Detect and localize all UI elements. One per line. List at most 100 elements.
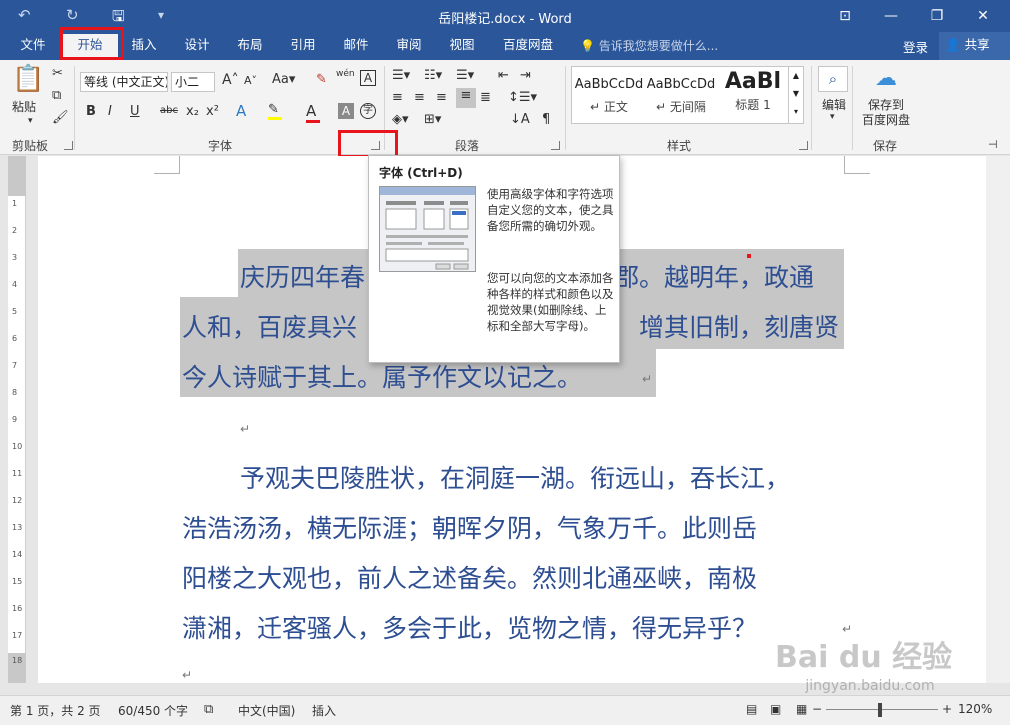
text-effects-icon[interactable]: A [236, 102, 246, 120]
shading-icon[interactable]: ◈▾ [392, 112, 409, 127]
font-color-icon[interactable]: A [306, 102, 320, 123]
distributed-icon[interactable]: ≣ [480, 90, 491, 105]
superscript-button[interactable]: x² [206, 104, 219, 119]
bullets-icon[interactable]: ☰▾ [392, 68, 410, 83]
clipboard-launcher-icon[interactable] [64, 141, 73, 150]
share-button[interactable]: 👤 共享 [939, 32, 1010, 60]
zoom-slider-track[interactable] [826, 709, 938, 710]
format-painter-icon[interactable]: 🖌 [52, 110, 69, 125]
grow-font-icon[interactable]: A˄ [222, 72, 239, 88]
font-dialog-tooltip: 字体 (Ctrl+D) 使用高级字体和字符选项自定义您的文本，使之具备您所需的确… [368, 155, 620, 363]
clipboard-group-label: 剪贴板 [12, 139, 49, 153]
proofing-icon[interactable]: ⧉ [204, 702, 213, 717]
vertical-ruler[interactable]: 1 2 3 4 5 6 7 8 9 10 11 12 13 14 15 16 1… [8, 156, 26, 683]
login-link[interactable]: 登录 [903, 37, 928, 56]
print-layout-icon[interactable]: ▣ [770, 702, 781, 716]
subscript-button[interactable]: x₂ [186, 104, 199, 119]
style-no-spacing[interactable]: AaBbCcDd ↵ 无间隔 [646, 67, 716, 123]
margin-corner [844, 156, 870, 174]
cut-icon[interactable]: ✂ [52, 66, 63, 81]
font-group-label: 字体 [208, 139, 233, 153]
zoom-out-button[interactable]: − [812, 702, 822, 716]
maximize-button[interactable]: ❐ [914, 0, 960, 32]
align-center-icon[interactable]: ≡ [414, 90, 425, 105]
shrink-font-icon[interactable]: A˅ [244, 74, 257, 87]
phonetic-guide-icon[interactable]: wén [336, 69, 355, 79]
save-to-baidu-button[interactable]: 保存到 百度网盘 [862, 98, 910, 128]
doc-line: 予观夫巴陵胜状，在洞庭一湖。衔远山，吞长江， [240, 464, 791, 493]
tab-file[interactable]: 文件 [10, 32, 56, 60]
doc-line: 潇湘，迁客骚人，多会于此，览物之情，得无异乎？ [182, 614, 758, 643]
align-right-icon[interactable]: ≡ [436, 90, 447, 105]
font-name-select[interactable]: 等线 (中文正文) [80, 72, 168, 92]
language[interactable]: 中文(中国) [238, 702, 295, 719]
underline-button[interactable]: U [130, 104, 140, 119]
borders-icon[interactable]: ⊞▾ [424, 112, 441, 127]
tab-view[interactable]: 视图 [440, 32, 484, 60]
copy-icon[interactable]: ⧉ [52, 88, 61, 103]
enclose-characters-icon[interactable]: 字 [360, 103, 376, 119]
show-marks-icon[interactable]: ¶ [542, 112, 550, 127]
baidu-cloud-icon[interactable]: ☁ [868, 66, 904, 91]
person-icon: 👤 [945, 37, 961, 52]
styles-scroll[interactable]: ▲ ▼ ▾ [788, 67, 803, 123]
paste-dropdown-icon[interactable]: ▾ [28, 116, 33, 126]
decrease-indent-icon[interactable]: ⇤ [498, 68, 509, 83]
sort-icon[interactable]: ↓A [510, 112, 530, 127]
multilevel-list-icon[interactable]: ☰▾ [456, 68, 474, 83]
paste-button[interactable]: 粘贴 [12, 98, 36, 115]
separator [565, 66, 566, 150]
vertical-scrollbar[interactable] [986, 156, 1010, 683]
style-heading1[interactable]: AaBl 标题 1 [718, 67, 788, 123]
pin-ribbon-icon[interactable]: ⊣ [988, 138, 998, 151]
paragraph-launcher-icon[interactable] [551, 141, 560, 150]
tab-design[interactable]: 设计 [175, 32, 219, 60]
ruler-number: 11 [12, 469, 23, 478]
change-case-icon[interactable]: Aa▾ [272, 72, 295, 87]
tab-review[interactable]: 审阅 [387, 32, 431, 60]
ribbon-display-icon[interactable]: ⊡ [822, 0, 868, 32]
zoom-slider-thumb[interactable] [878, 703, 882, 717]
page-count[interactable]: 第 1 页，共 2 页 [10, 702, 101, 719]
editing-dropdown-icon[interactable]: ▾ [830, 112, 835, 122]
editing-button[interactable]: 编辑 [822, 96, 846, 113]
tab-references[interactable]: 引用 [281, 32, 325, 60]
paste-icon[interactable]: 📋 [12, 64, 44, 100]
zoom-in-button[interactable]: + [942, 702, 952, 716]
web-layout-icon[interactable]: ▦ [796, 702, 807, 716]
font-size-select[interactable]: 小二 [171, 72, 215, 92]
tab-mailings[interactable]: 邮件 [334, 32, 378, 60]
ruler-margin-top [8, 156, 26, 196]
word-count[interactable]: 60/450 个字 [118, 702, 188, 719]
ruler-number: 5 [12, 307, 18, 316]
insert-mode[interactable]: 插入 [312, 702, 336, 719]
strikethrough-button[interactable]: abc [160, 105, 178, 116]
bold-button[interactable]: B [86, 104, 96, 119]
read-mode-icon[interactable]: ▤ [746, 702, 757, 716]
tell-me-search[interactable]: 💡 告诉我您想要做什么... [580, 37, 718, 54]
tab-layout[interactable]: 布局 [228, 32, 272, 60]
highlight-font-launcher [338, 130, 398, 158]
style-normal[interactable]: AaBbCcDd ↵ 正文 [574, 67, 644, 123]
minimize-button[interactable]: — [868, 0, 914, 32]
close-button[interactable]: ✕ [960, 0, 1006, 32]
tab-baidu-netdisk[interactable]: 百度网盘 [493, 32, 563, 60]
char-border-icon[interactable]: A [360, 70, 376, 86]
line-spacing-icon[interactable]: ↕☰▾ [508, 90, 537, 105]
align-left-icon[interactable]: ≡ [392, 90, 403, 105]
search-icon[interactable]: ⌕ [818, 66, 848, 92]
clear-formatting-icon[interactable]: ✎ [316, 72, 327, 87]
zoom-level[interactable]: 120% [958, 702, 992, 716]
numbering-icon[interactable]: ☷▾ [424, 68, 442, 83]
italic-button[interactable]: I [108, 104, 112, 119]
styles-launcher-icon[interactable] [799, 141, 808, 150]
ruler-number: 4 [12, 280, 18, 289]
justify-icon[interactable]: ≡ [456, 88, 476, 108]
paragraph-group-label: 段落 [455, 139, 480, 153]
highlight-color-icon[interactable]: ✎ [268, 102, 282, 120]
tab-insert[interactable]: 插入 [122, 32, 166, 60]
font-dialog-preview-image [379, 186, 476, 272]
style-name: 标题 1 [735, 98, 771, 112]
char-shading-icon[interactable]: A [338, 103, 354, 119]
increase-indent-icon[interactable]: ⇥ [520, 68, 531, 83]
